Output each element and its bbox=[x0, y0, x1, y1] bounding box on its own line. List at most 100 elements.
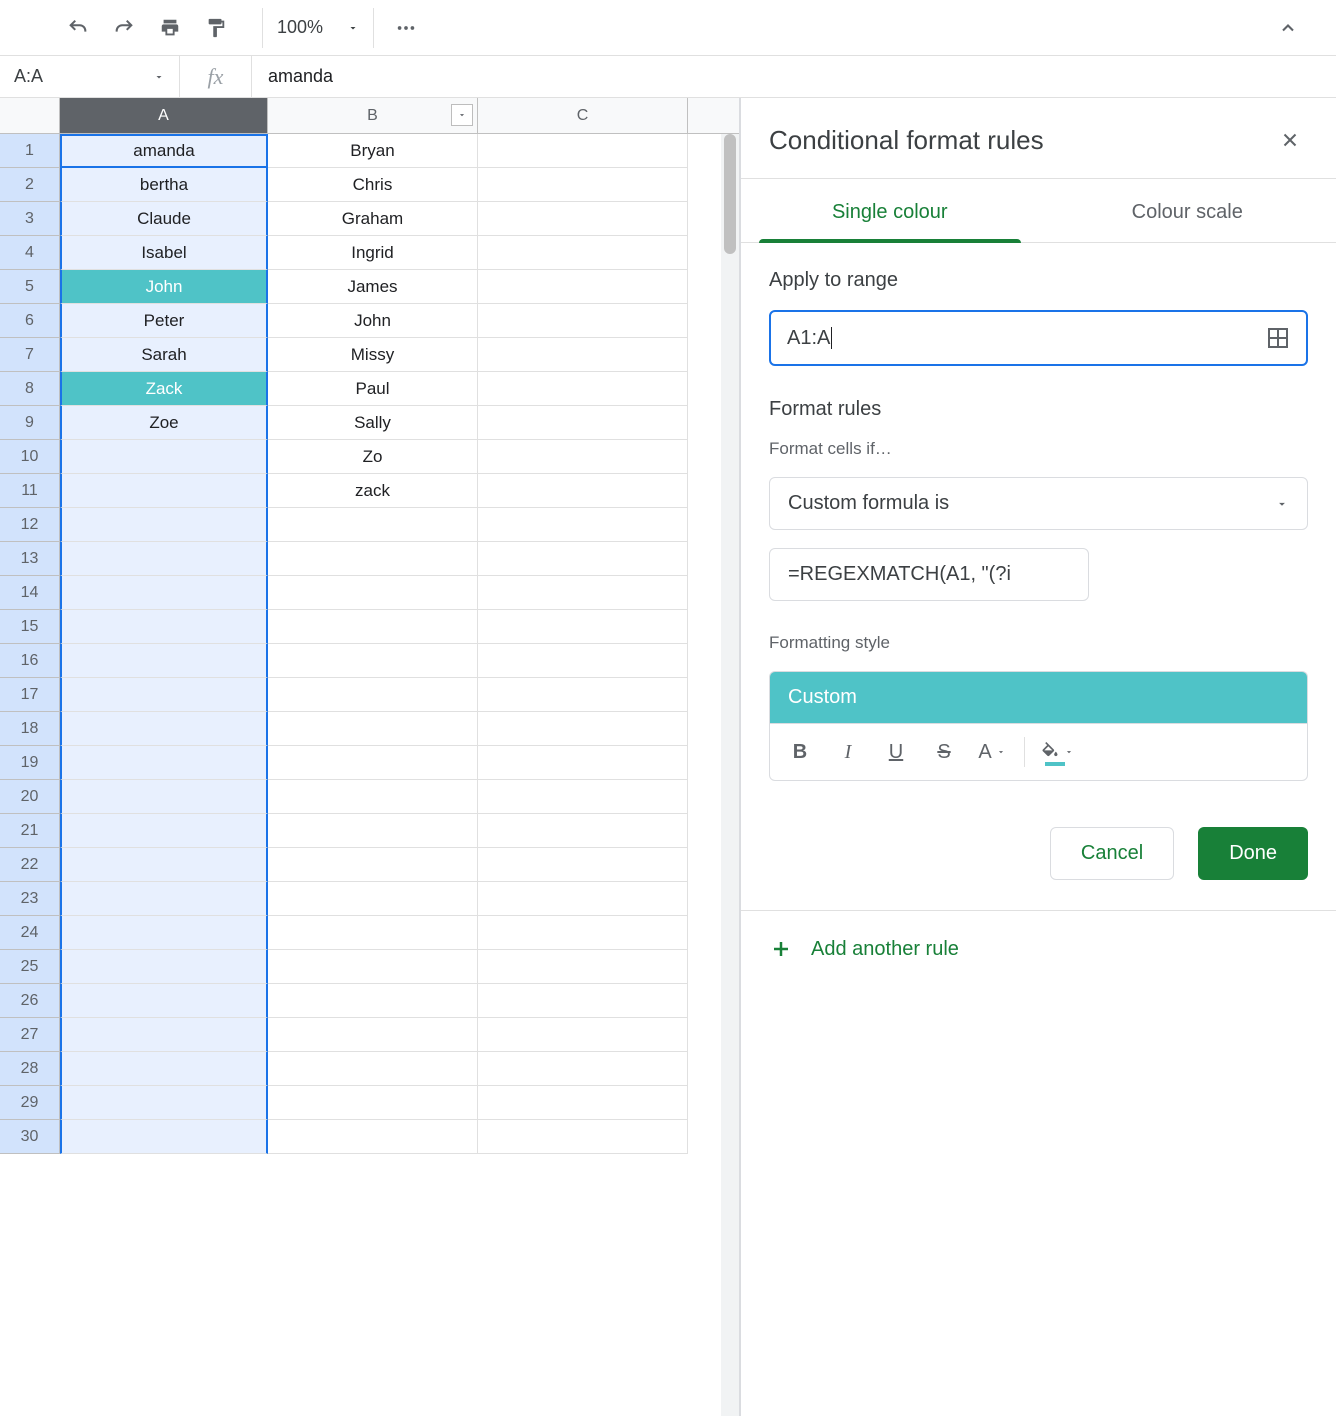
cell[interactable]: Paul bbox=[268, 372, 478, 406]
cell[interactable] bbox=[60, 610, 268, 644]
vertical-scrollbar[interactable] bbox=[721, 134, 739, 1416]
fill-color-button[interactable] bbox=[1035, 732, 1079, 772]
cell[interactable] bbox=[268, 1052, 478, 1086]
cell[interactable] bbox=[268, 712, 478, 746]
row-header[interactable]: 15 bbox=[0, 610, 60, 644]
cell[interactable]: John bbox=[60, 270, 268, 304]
cell[interactable] bbox=[60, 950, 268, 984]
cell[interactable] bbox=[268, 780, 478, 814]
cell[interactable] bbox=[478, 338, 688, 372]
row-header[interactable]: 23 bbox=[0, 882, 60, 916]
row-header[interactable]: 19 bbox=[0, 746, 60, 780]
text-color-button[interactable]: A bbox=[970, 732, 1014, 772]
cell[interactable]: James bbox=[268, 270, 478, 304]
cell[interactable] bbox=[60, 916, 268, 950]
close-panel-button[interactable] bbox=[1272, 122, 1308, 158]
select-all-corner[interactable] bbox=[0, 98, 60, 133]
undo-button[interactable] bbox=[58, 8, 98, 48]
cell[interactable] bbox=[60, 508, 268, 542]
bold-button[interactable]: B bbox=[778, 732, 822, 772]
cell[interactable] bbox=[60, 576, 268, 610]
cell[interactable]: Isabel bbox=[60, 236, 268, 270]
scrollbar-thumb[interactable] bbox=[724, 134, 736, 254]
row-header[interactable]: 18 bbox=[0, 712, 60, 746]
cell[interactable]: zack bbox=[268, 474, 478, 508]
cell[interactable]: bertha bbox=[60, 168, 268, 202]
column-header-b[interactable]: B bbox=[268, 98, 478, 133]
cell[interactable] bbox=[268, 882, 478, 916]
cell[interactable] bbox=[478, 474, 688, 508]
cell[interactable] bbox=[478, 304, 688, 338]
row-header[interactable]: 21 bbox=[0, 814, 60, 848]
cell[interactable] bbox=[478, 372, 688, 406]
cell[interactable] bbox=[478, 576, 688, 610]
cell[interactable] bbox=[60, 644, 268, 678]
cell[interactable] bbox=[60, 712, 268, 746]
formula-input[interactable]: amanda bbox=[252, 56, 1336, 97]
row-header[interactable]: 11 bbox=[0, 474, 60, 508]
row-header[interactable]: 3 bbox=[0, 202, 60, 236]
cell[interactable] bbox=[268, 1120, 478, 1154]
cell[interactable] bbox=[60, 678, 268, 712]
paint-format-button[interactable] bbox=[196, 8, 236, 48]
cell[interactable] bbox=[60, 814, 268, 848]
row-header[interactable]: 22 bbox=[0, 848, 60, 882]
apply-range-input[interactable]: A1:A bbox=[769, 310, 1308, 366]
row-header[interactable]: 30 bbox=[0, 1120, 60, 1154]
cell[interactable] bbox=[268, 576, 478, 610]
cell[interactable] bbox=[478, 1120, 688, 1154]
cell[interactable] bbox=[478, 1052, 688, 1086]
cell[interactable] bbox=[478, 780, 688, 814]
row-header[interactable]: 24 bbox=[0, 916, 60, 950]
tab-colour-scale[interactable]: Colour scale bbox=[1039, 179, 1336, 242]
underline-button[interactable]: U bbox=[874, 732, 918, 772]
name-box[interactable]: A:A bbox=[0, 56, 180, 97]
row-header[interactable]: 14 bbox=[0, 576, 60, 610]
row-header[interactable]: 4 bbox=[0, 236, 60, 270]
cell[interactable] bbox=[268, 746, 478, 780]
zoom-dropdown[interactable]: 100% bbox=[262, 8, 374, 48]
cell[interactable] bbox=[478, 542, 688, 576]
select-range-icon[interactable] bbox=[1266, 326, 1290, 350]
cell[interactable] bbox=[60, 984, 268, 1018]
condition-dropdown[interactable]: Custom formula is bbox=[769, 477, 1308, 530]
row-header[interactable]: 12 bbox=[0, 508, 60, 542]
cell[interactable] bbox=[478, 406, 688, 440]
filter-button[interactable] bbox=[451, 104, 473, 126]
column-header-c[interactable]: C bbox=[478, 98, 688, 133]
redo-button[interactable] bbox=[104, 8, 144, 48]
add-another-rule-button[interactable]: Add another rule bbox=[741, 911, 1336, 987]
cell[interactable] bbox=[268, 848, 478, 882]
cell[interactable] bbox=[268, 950, 478, 984]
row-header[interactable]: 2 bbox=[0, 168, 60, 202]
row-header[interactable]: 8 bbox=[0, 372, 60, 406]
cell[interactable] bbox=[478, 916, 688, 950]
cell[interactable] bbox=[268, 508, 478, 542]
cell[interactable] bbox=[268, 916, 478, 950]
cell[interactable] bbox=[60, 474, 268, 508]
cell[interactable] bbox=[268, 644, 478, 678]
cell[interactable] bbox=[478, 168, 688, 202]
cell[interactable]: Sally bbox=[268, 406, 478, 440]
cell[interactable] bbox=[478, 712, 688, 746]
cell[interactable] bbox=[60, 746, 268, 780]
custom-formula-input[interactable]: =REGEXMATCH(A1, "(?i bbox=[769, 548, 1089, 601]
done-button[interactable]: Done bbox=[1198, 827, 1308, 880]
cell[interactable]: Zoe bbox=[60, 406, 268, 440]
cell[interactable] bbox=[268, 678, 478, 712]
cell[interactable] bbox=[60, 1120, 268, 1154]
cell[interactable]: Graham bbox=[268, 202, 478, 236]
row-header[interactable]: 13 bbox=[0, 542, 60, 576]
row-header[interactable]: 27 bbox=[0, 1018, 60, 1052]
style-preview[interactable]: Custom bbox=[769, 671, 1308, 723]
cell[interactable] bbox=[478, 848, 688, 882]
row-header[interactable]: 29 bbox=[0, 1086, 60, 1120]
cell[interactable]: Zo bbox=[268, 440, 478, 474]
cell[interactable] bbox=[268, 1018, 478, 1052]
cell[interactable] bbox=[60, 542, 268, 576]
cell[interactable] bbox=[268, 984, 478, 1018]
row-header[interactable]: 5 bbox=[0, 270, 60, 304]
cell[interactable]: Missy bbox=[268, 338, 478, 372]
cell[interactable] bbox=[478, 746, 688, 780]
cell[interactable] bbox=[268, 814, 478, 848]
